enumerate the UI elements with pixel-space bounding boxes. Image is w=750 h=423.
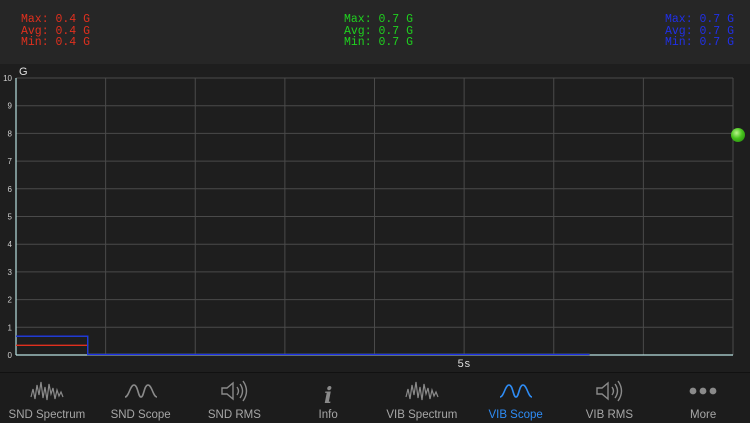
series-line (16, 344, 590, 356)
spectrum-icon (404, 379, 440, 403)
tab-more[interactable]: More (657, 373, 749, 423)
y-min-value: Min: 0.7 G (344, 36, 414, 49)
y-tick-label: 3 (8, 268, 13, 277)
spectrum-icon (29, 379, 65, 403)
z-max-value: Max: 0.7 G (665, 13, 735, 26)
tab-info[interactable]: i Info (282, 373, 374, 423)
y-tick-label: 0 (8, 351, 13, 360)
tab-snd-spectrum[interactable]: SND Spectrum (1, 373, 93, 423)
y-tick-label: 8 (8, 129, 13, 138)
y-tick-label: 10 (3, 74, 12, 83)
y-tick-label: 1 (8, 323, 13, 332)
tab-vib-spectrum[interactable]: VIB Spectrum (376, 373, 468, 423)
tab-vib-rms[interactable]: VIB RMS (563, 373, 655, 423)
y-tick-label: 5 (8, 213, 13, 222)
info-icon: i (310, 379, 346, 409)
series-line (16, 335, 590, 356)
stats-header: Max: 0.4 G Avg: 0.4 G Min: 0.4 G Max: 0.… (0, 0, 750, 64)
z-axis-stats: Max: 0.7 G Avg: 0.7 G Min: 0.7 G (665, 14, 734, 49)
y-tick-label: 6 (8, 185, 13, 194)
x-min-value: Min: 0.4 G (21, 36, 91, 49)
series-line (16, 335, 590, 356)
speaker-icon (216, 379, 252, 403)
speaker-icon (591, 379, 627, 403)
y-tick-label: 9 (8, 102, 13, 111)
tab-snd-rms[interactable]: SND RMS (188, 373, 280, 423)
wave-icon (123, 379, 159, 403)
scope-plot[interactable]: 0 1 2 3 4 5 6 7 8 9 10 G 5s (0, 64, 750, 372)
x-max-value: Max: 0.4 G (21, 13, 91, 26)
y-axis-label: G (19, 66, 28, 78)
wave-icon (498, 379, 534, 403)
info-glyph: i (323, 383, 333, 409)
tab-vib-scope[interactable]: VIB Scope (470, 373, 562, 423)
x-axis-stats: Max: 0.4 G Avg: 0.4 G Min: 0.4 G (21, 14, 90, 49)
y-tick-label: 2 (8, 296, 13, 305)
y-tick-label: 7 (8, 157, 13, 166)
y-tick-label: 4 (8, 240, 13, 249)
tab-label: More (690, 409, 717, 421)
more-icon (685, 379, 721, 403)
z-min-value: Min: 0.7 G (665, 36, 735, 49)
y-max-value: Max: 0.7 G (344, 13, 414, 26)
tab-bar: SND Spectrum SND Scope SND RMS i Info VIB Spe… (0, 372, 750, 423)
tab-snd-scope[interactable]: SND Scope (95, 373, 187, 423)
x-axis-label: 5s (457, 359, 470, 371)
scope-chart: 0 1 2 3 4 5 6 7 8 9 10 G 5s (3, 66, 734, 371)
y-axis-stats: Max: 0.7 G Avg: 0.7 G Min: 0.7 G (344, 14, 413, 49)
status-indicator-icon (731, 128, 745, 142)
